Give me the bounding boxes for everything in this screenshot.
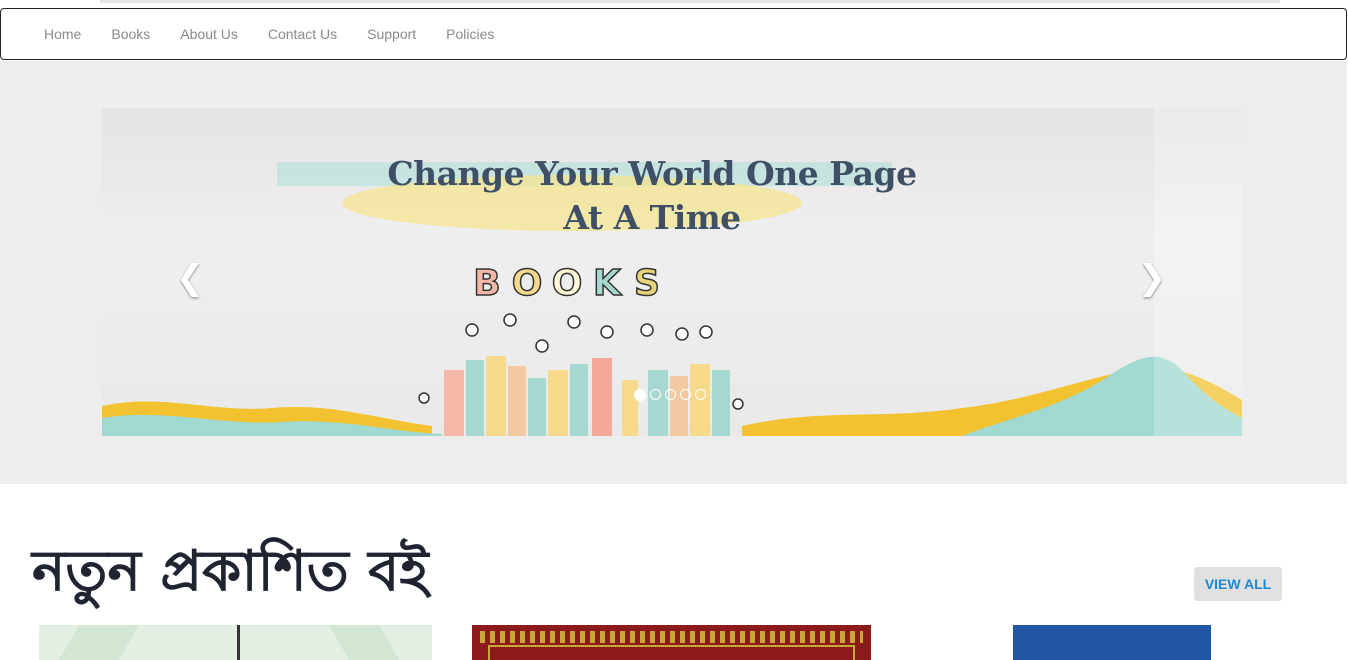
top-strip xyxy=(100,0,1280,3)
cover-decoration xyxy=(237,625,240,660)
book-cover[interactable] xyxy=(39,625,432,660)
nav-support[interactable]: Support xyxy=(352,26,431,42)
nav-policies[interactable]: Policies xyxy=(431,26,509,42)
books-letters: B O O K S xyxy=(470,262,664,305)
cover-decoration xyxy=(328,625,400,660)
hero-carousel[interactable]: Change Your World One Page At A Time B O… xyxy=(102,108,1242,436)
view-all-button[interactable]: VIEW ALL xyxy=(1194,567,1282,601)
book-cover[interactable] xyxy=(472,625,871,660)
chevron-right-icon[interactable]: ❯ xyxy=(1137,258,1167,298)
carousel-indicator-dot[interactable] xyxy=(695,389,706,400)
cover-decoration xyxy=(58,625,140,660)
carousel-indicator-dot[interactable] xyxy=(680,389,691,400)
nav-contact-us[interactable]: Contact Us xyxy=(253,26,352,42)
books-letter: S xyxy=(633,262,660,305)
section-title: নতুন প্রকাশিত বই xyxy=(32,539,429,604)
cover-decoration xyxy=(480,631,863,643)
books-letter: O xyxy=(511,262,543,305)
books-letter: K xyxy=(592,262,621,305)
chevron-left-icon[interactable]: ❮ xyxy=(175,258,205,298)
carousel-indicators xyxy=(634,389,706,401)
nav-about-us[interactable]: About Us xyxy=(165,26,253,42)
book-cover[interactable] xyxy=(1013,625,1211,660)
nav-books[interactable]: Books xyxy=(96,26,165,42)
books-letter: B xyxy=(473,262,502,305)
carousel-indicator-dot[interactable] xyxy=(665,389,676,400)
carousel-headline-line1: Change Your World One Page xyxy=(387,154,917,193)
carousel-headline-line2: At A Time xyxy=(563,198,741,237)
books-letter: O xyxy=(551,262,583,305)
cover-decoration xyxy=(488,645,855,660)
carousel-indicator-dot[interactable] xyxy=(634,389,646,401)
carousel-indicator-dot[interactable] xyxy=(650,389,661,400)
main-navbar: Home Books About Us Contact Us Support P… xyxy=(0,8,1347,60)
nav-home[interactable]: Home xyxy=(29,26,96,42)
